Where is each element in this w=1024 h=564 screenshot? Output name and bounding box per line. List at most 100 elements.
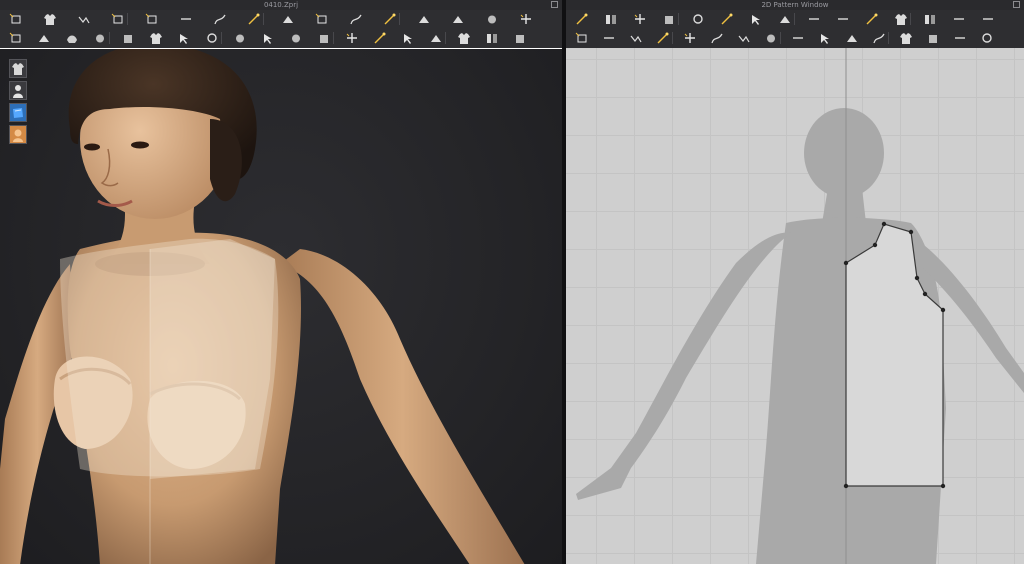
3d-toolbar-row-1 [0, 10, 562, 30]
toolbar-separator [780, 32, 781, 44]
ellipse-icon[interactable] [806, 12, 822, 26]
baseline-icon[interactable] [925, 31, 941, 45]
edit-curve-point-icon[interactable] [661, 12, 677, 26]
internal-polygon-icon[interactable] [835, 12, 851, 26]
garment-back-icon[interactable] [416, 12, 432, 26]
pattern-point[interactable] [940, 483, 946, 489]
window-restore-icon[interactable] [1013, 1, 1020, 8]
symmetry-icon[interactable] [844, 31, 860, 45]
line-icon[interactable] [316, 31, 332, 45]
pattern-point[interactable] [940, 307, 946, 313]
garment-display-icon[interactable] [9, 59, 27, 78]
select-move-icon[interactable] [8, 12, 24, 26]
select-mesh-icon[interactable] [76, 12, 92, 26]
pattern-point[interactable] [914, 275, 920, 281]
2d-toolbar-row-2 [566, 29, 1024, 49]
toolbar-separator [221, 32, 222, 44]
arrangement-icon[interactable] [36, 31, 52, 45]
tape-icon[interactable] [484, 12, 500, 26]
grain-icon[interactable] [952, 31, 968, 45]
edit-pin-icon[interactable] [178, 12, 194, 26]
pattern-point[interactable] [843, 260, 849, 266]
garment-front-icon[interactable] [382, 12, 398, 26]
3d-window-title: 0410.Zprj [263, 1, 299, 9]
toolbar-separator [888, 32, 889, 44]
edit-curvature-icon[interactable] [632, 12, 648, 26]
avatar-skin-icon[interactable] [9, 125, 27, 144]
tape-seam-icon[interactable] [400, 31, 416, 45]
pin-2d-icon[interactable] [817, 31, 833, 45]
edit-sewing-icon[interactable] [574, 31, 590, 45]
cut-icon[interactable] [92, 31, 108, 45]
internal-rectangle-icon[interactable] [864, 12, 880, 26]
button-icon[interactable] [260, 31, 276, 45]
toolbar-separator [333, 32, 334, 44]
2d-window-title: 2D Pattern Window [761, 1, 829, 9]
transform-pattern-icon[interactable] [603, 12, 619, 26]
fold-icon[interactable] [212, 12, 228, 26]
pattern-point[interactable] [908, 229, 914, 235]
garment-alt-icon[interactable] [512, 31, 528, 45]
toolbar-separator [794, 13, 795, 25]
shirring-2d-icon[interactable] [763, 31, 779, 45]
flip-icon[interactable] [456, 31, 472, 45]
buttonhole-icon[interactable] [288, 31, 304, 45]
pin-box-icon[interactable] [176, 31, 192, 45]
rectangle-icon[interactable] [777, 12, 793, 26]
trace-icon[interactable] [980, 12, 996, 26]
pattern-point[interactable] [872, 242, 878, 248]
pattern-canvas-drawing [576, 48, 1024, 564]
toolbar-separator [263, 13, 264, 25]
3d-viewport[interactable] [0, 48, 562, 564]
curve-line-icon[interactable] [898, 31, 914, 45]
internal-circle-icon[interactable] [893, 12, 909, 26]
stitch-icon[interactable] [232, 31, 248, 45]
dart-icon[interactable] [922, 12, 938, 26]
gathering-icon[interactable] [709, 31, 725, 45]
edit-pattern-icon[interactable] [574, 12, 590, 26]
fabric-display-icon[interactable] [9, 103, 27, 122]
add-point-icon[interactable] [690, 12, 706, 26]
2d-pattern-window: 2D Pattern Window [566, 0, 1024, 564]
shirring-icon[interactable] [204, 31, 220, 45]
shirt-icon[interactable] [246, 12, 262, 26]
zipper-icon[interactable] [344, 31, 360, 45]
tack-icon[interactable] [280, 12, 296, 26]
fold-lines-icon[interactable] [951, 12, 967, 26]
polygon-icon[interactable] [748, 12, 764, 26]
arrangement-point-icon[interactable] [64, 31, 80, 45]
pattern-point[interactable] [922, 291, 928, 297]
toolbar-separator [672, 32, 673, 44]
add-curve-point-icon[interactable] [719, 12, 735, 26]
garment-icon[interactable] [484, 31, 500, 45]
measure-2d-icon[interactable] [979, 31, 995, 45]
ruler-icon[interactable] [518, 12, 534, 26]
pin-icon[interactable] [148, 31, 164, 45]
measure-box-icon[interactable] [428, 31, 444, 45]
lasso-icon[interactable] [144, 12, 160, 26]
transform-icon[interactable] [42, 12, 58, 26]
2d-pattern-canvas[interactable] [566, 48, 1024, 564]
avatar-pose-icon[interactable] [8, 31, 24, 45]
2d-window-titlebar: 2D Pattern Window [566, 0, 1024, 10]
fold-arrange-icon[interactable] [348, 12, 364, 26]
avatar-edit-icon[interactable] [120, 31, 136, 45]
box-select-icon[interactable] [110, 12, 126, 26]
bag-icon[interactable] [372, 31, 388, 45]
line-2d-icon[interactable] [871, 31, 887, 45]
avatar-display-icon[interactable] [9, 81, 27, 100]
free-sewing-icon[interactable] [628, 31, 644, 45]
pleat-icon[interactable] [736, 31, 752, 45]
pattern-point[interactable] [843, 483, 849, 489]
iron-icon[interactable] [682, 31, 698, 45]
elastic-icon[interactable] [790, 31, 806, 45]
3d-toolbar-row-2 [0, 29, 562, 49]
toolbar-separator [127, 13, 128, 25]
segment-sewing-icon[interactable] [601, 31, 617, 45]
pattern-point[interactable] [881, 221, 887, 227]
window-restore-icon[interactable] [551, 1, 558, 8]
2d-toolbar-row-1 [566, 10, 1024, 30]
sewing-list-icon[interactable] [655, 31, 671, 45]
measure-icon[interactable] [450, 12, 466, 26]
tack-box-icon[interactable] [314, 12, 330, 26]
